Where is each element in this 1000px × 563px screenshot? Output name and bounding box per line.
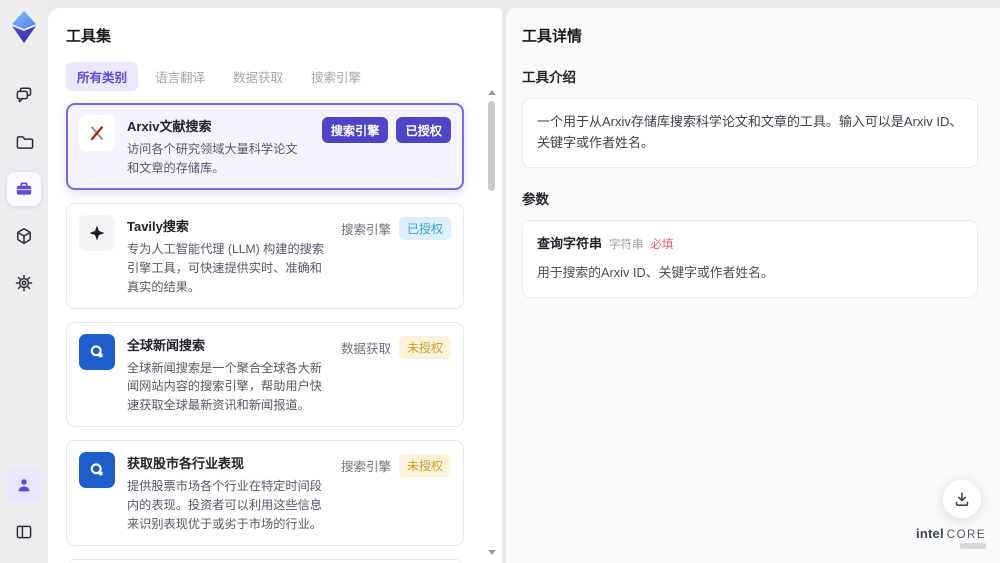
sidebar-item-collapse[interactable] — [7, 515, 41, 549]
download-button[interactable] — [942, 479, 982, 519]
download-icon — [955, 492, 969, 506]
params-heading: 参数 — [522, 191, 549, 207]
auth-status-badge: 未授权 — [398, 454, 451, 478]
tab-search-engine[interactable]: 搜索引擎 — [300, 62, 372, 91]
sidebar-item-chat[interactable] — [7, 78, 41, 112]
folder-icon — [16, 136, 34, 149]
intel-sub-badge — [960, 543, 986, 549]
category-label: 搜索引擎 — [340, 222, 391, 237]
sidebar-item-tools[interactable] — [7, 172, 41, 206]
auth-status-badge: 已授权 — [398, 216, 451, 240]
scrollbar-thumb[interactable] — [488, 101, 495, 191]
param-description: 用于搜索的Arxiv ID、关键字或作者姓名。 — [537, 265, 774, 281]
intro-box: 一个用于从Arxiv存储库搜索科学论文和文章的工具。输入可以是Arxiv ID、… — [522, 98, 978, 168]
page-title: 工具集 — [66, 28, 112, 45]
user-icon — [18, 479, 30, 492]
cube-icon — [17, 228, 31, 244]
sidebar-item-settings[interactable] — [7, 266, 41, 300]
toolbox-icon — [16, 182, 32, 195]
list-scrollbar[interactable] — [487, 90, 496, 555]
panel-layout-icon — [16, 525, 32, 539]
tool-title: Tavily搜索 — [127, 218, 189, 234]
intel-logo-text: intel — [916, 526, 944, 541]
tool-title: 全球新闻搜索 — [127, 337, 206, 353]
intro-heading: 工具介绍 — [522, 70, 576, 85]
sidebar-item-files[interactable] — [7, 125, 41, 159]
intel-core-logo: intel CORE — [916, 526, 986, 549]
category-label: 数据获取 — [340, 341, 391, 356]
tool-card-arxiv[interactable]: Arxiv文献搜索 访问各个研究领域大量科学论文和文章的存储库。 搜索引擎 已授… — [66, 103, 464, 190]
scroll-up-arrow-icon[interactable] — [487, 90, 496, 95]
param-name: 查询字符串 — [537, 235, 603, 251]
tool-details-panel: 工具详情 工具介绍 一个用于从Arxiv存储库搜索科学论文和文章的工具。输入可以… — [506, 8, 1000, 563]
tab-data-fetch[interactable]: 数据获取 — [222, 62, 294, 91]
logo-gem-icon[interactable] — [9, 10, 39, 44]
sidebar-item-plugins[interactable] — [7, 219, 41, 253]
tab-language-translation[interactable]: 语言翻译 — [144, 62, 216, 91]
gear-icon — [15, 274, 33, 292]
tool-title: Arxiv文献搜索 — [127, 119, 212, 134]
arxiv-logo-icon — [79, 115, 115, 151]
blue-search-tile-icon — [79, 333, 115, 370]
param-box: 查询字符串 字符串 必填 用于搜索的Arxiv ID、关键字或作者姓名。 — [522, 219, 978, 298]
sparkle-icon — [79, 214, 115, 251]
blue-search-tile-icon — [79, 452, 115, 489]
tool-description: 全球新闻搜索是一个聚合全球各大新闻网站内容的搜索引擎，帮助用户快速获取全球最新资… — [127, 360, 322, 413]
tool-card-sector-performance[interactable]: 获取股市各行业表现 提供股票市场各个行业在特定时间段内的表现。投资者可以利用这些… — [66, 440, 464, 546]
category-label: 搜索引擎 — [340, 460, 391, 475]
tool-card-tavily[interactable]: Tavily搜索 专为人工智能代理 (LLM) 构建的搜索引擎工具，可快速提供实… — [66, 202, 464, 309]
tool-title: 获取股市各行业表现 — [127, 456, 245, 472]
auth-status-badge: 未授权 — [398, 335, 451, 359]
tool-card-global-news[interactable]: 全球新闻搜索 全球新闻搜索是一个聚合全球各大新闻网站内容的搜索引擎，帮助用户快速… — [66, 321, 464, 428]
tool-card-most-active-stocks[interactable]: 获取市场最活跃股票信息 提供当天交易量最高的股票列表，投资者可以利用这些信息来识… — [66, 558, 464, 563]
param-type: 字符串 — [609, 238, 644, 251]
tool-list: Arxiv文献搜索 访问各个研究领域大量科学论文和文章的存储库。 搜索引擎 已授… — [66, 103, 484, 563]
param-required-flag: 必填 — [650, 238, 674, 251]
scroll-down-arrow-icon[interactable] — [487, 550, 496, 555]
toolset-panel: 工具集 所有类别 语言翻译 数据获取 搜索引擎 Arxiv文献搜索 访问各个研究… — [48, 8, 502, 563]
details-title: 工具详情 — [522, 28, 583, 45]
chat-icon — [16, 87, 32, 103]
tool-description: 专为人工智能代理 (LLM) 构建的搜索引擎工具，可快速提供实时、准确和真实的结… — [127, 241, 325, 294]
sidebar-rail — [0, 0, 48, 563]
category-button[interactable]: 搜索引擎 — [321, 117, 389, 143]
tab-all-categories[interactable]: 所有类别 — [66, 62, 139, 91]
tool-description: 访问各个研究领域大量科学论文和文章的存储库。 — [127, 142, 298, 175]
core-logo-text: CORE — [946, 529, 986, 541]
sidebar-item-account[interactable] — [7, 468, 41, 502]
auth-status-button[interactable]: 已授权 — [396, 117, 451, 143]
tool-description: 提供股票市场各个行业在特定时间段内的表现。投资者可以利用这些信息来识别表现优于或… — [127, 479, 322, 532]
category-tabs: 所有类别 语言翻译 数据获取 搜索引擎 — [66, 62, 484, 91]
